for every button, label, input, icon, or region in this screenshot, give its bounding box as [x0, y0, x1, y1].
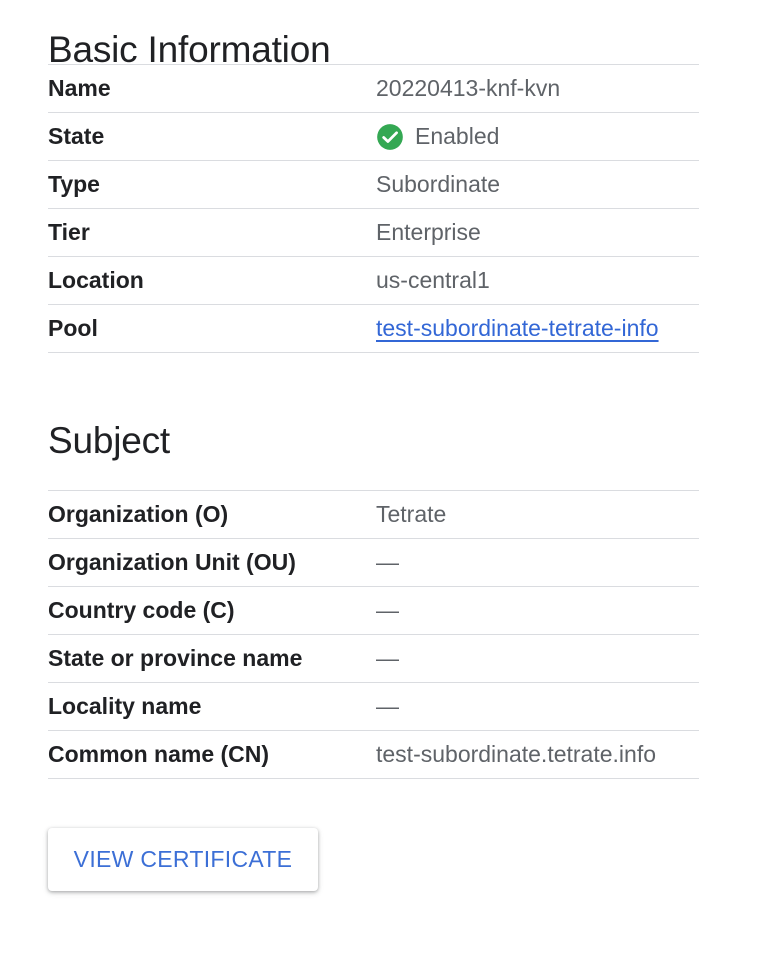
table-row-location: Location us-central1: [48, 257, 699, 305]
row-value: Tetrate: [376, 501, 447, 527]
row-value: 20220413-knf-kvn: [376, 75, 561, 101]
row-label: State: [48, 123, 105, 149]
row-value: Enabled: [376, 123, 699, 151]
row-label: Type: [48, 171, 100, 197]
row-value: —: [376, 597, 399, 623]
check-circle-icon: [376, 123, 404, 151]
row-label: Common name (CN): [48, 741, 270, 767]
row-label: Pool: [48, 315, 98, 341]
table-row-state-province: State or province name —: [48, 635, 699, 683]
row-value: test-subordinate.tetrate.info: [376, 741, 656, 767]
table-row-organization-unit: Organization Unit (OU) —: [48, 539, 699, 587]
row-label: Name: [48, 75, 111, 101]
subject-heading: Subject: [48, 420, 171, 461]
table-row-state: State Enabled: [48, 113, 699, 161]
table-row-pool: Pool test-subordinate-tetrate-info: [48, 305, 699, 353]
row-label: Location: [48, 267, 144, 293]
state-value: Enabled: [415, 123, 500, 149]
row-value: us-central1: [376, 267, 490, 293]
table-row-name: Name 20220413-knf-kvn: [48, 65, 699, 113]
basic-information-table: Name 20220413-knf-kvn State Enabled Type…: [48, 64, 699, 353]
table-row-common-name: Common name (CN) test-subordinate.tetrat…: [48, 731, 699, 779]
details-panel: Basic Information Name 20220413-knf-kvn …: [48, 0, 699, 891]
view-certificate-button[interactable]: VIEW CERTIFICATE: [48, 828, 318, 891]
row-label: Country code (C): [48, 597, 235, 623]
table-row-country-code: Country code (C) —: [48, 587, 699, 635]
row-value: test-subordinate-tetrate-info: [376, 315, 699, 342]
pool-link[interactable]: test-subordinate-tetrate-info: [376, 315, 659, 342]
table-row-tier: Tier Enterprise: [48, 209, 699, 257]
row-label: Tier: [48, 219, 90, 245]
actions: VIEW CERTIFICATE: [48, 828, 699, 891]
row-value: Enterprise: [376, 219, 481, 245]
table-row-locality: Locality name —: [48, 683, 699, 731]
basic-information-heading: Basic Information: [48, 29, 331, 70]
row-label: Organization Unit (OU): [48, 549, 296, 575]
row-value: —: [376, 549, 399, 575]
row-label: Organization (O): [48, 501, 229, 527]
row-value: Subordinate: [376, 171, 501, 197]
table-row-type: Type Subordinate: [48, 161, 699, 209]
row-value: —: [376, 693, 399, 719]
row-label: Locality name: [48, 693, 202, 719]
row-value: —: [376, 645, 399, 671]
table-row-organization: Organization (O) Tetrate: [48, 491, 699, 539]
row-label: State or province name: [48, 645, 303, 671]
subject-table: Organization (O) Tetrate Organization Un…: [48, 490, 699, 779]
